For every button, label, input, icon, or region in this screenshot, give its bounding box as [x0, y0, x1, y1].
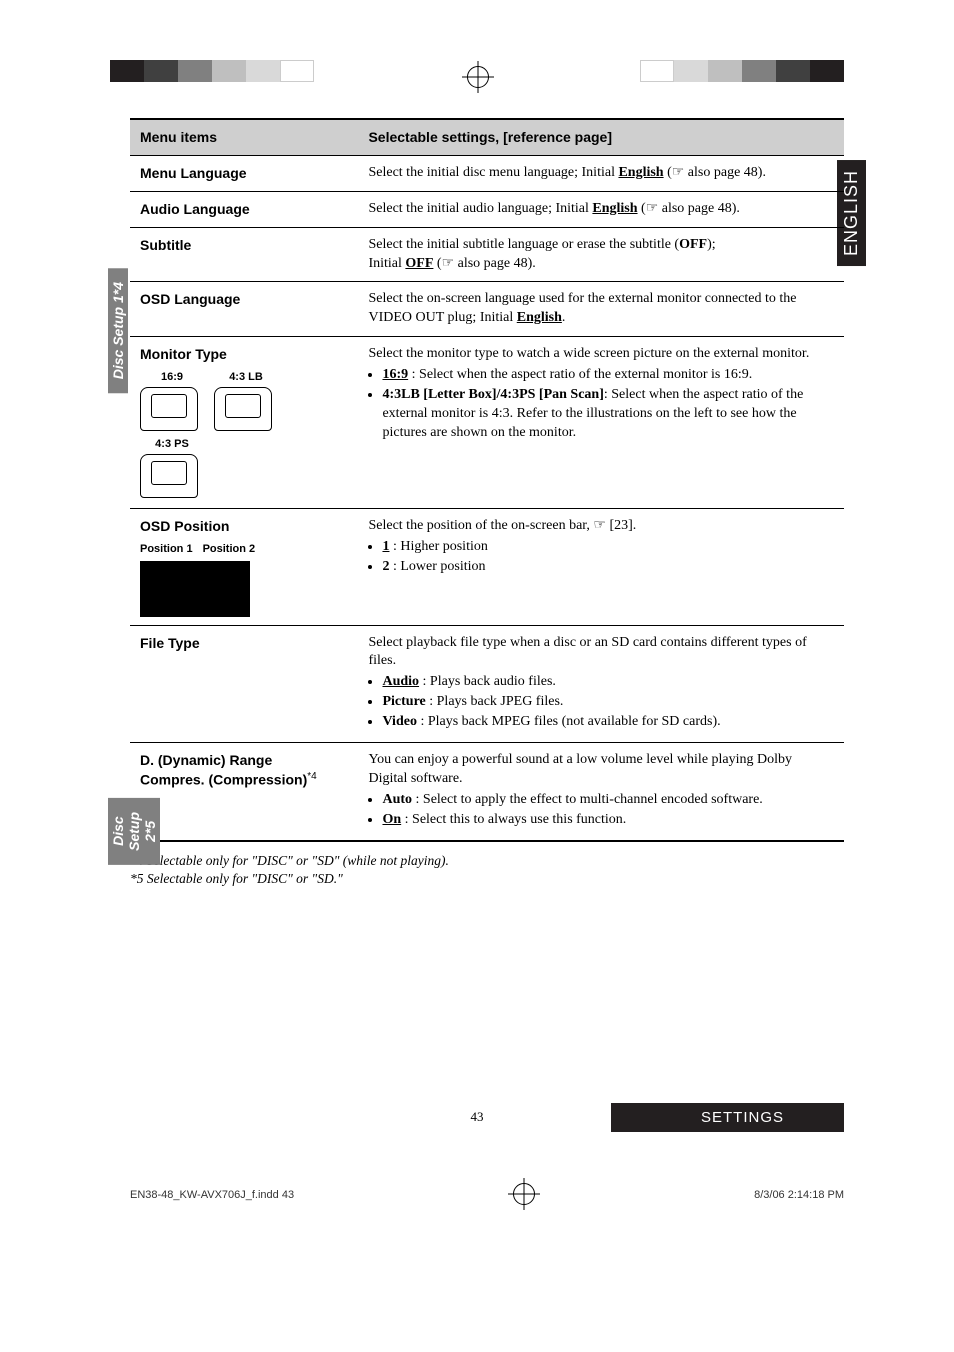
d-range-title-l1: D. (Dynamic) Range [140, 751, 348, 770]
d-range-title-cell: D. (Dynamic) Range Compres. (Compression… [130, 743, 358, 841]
tv-icon [140, 387, 198, 431]
text: : Plays back audio files. [419, 674, 556, 689]
row-monitor-type: Monitor Type 16:9 4:3 LB [130, 337, 844, 509]
row-d-range: D. (Dynamic) Range Compres. (Compression… [130, 743, 844, 841]
row-subtitle: Subtitle Select the initial subtitle lan… [130, 227, 844, 282]
text: English [592, 201, 637, 216]
text: Picture [382, 694, 425, 709]
text: Select the initial audio language; Initi… [368, 201, 592, 216]
monitor-type-diagram: 16:9 4:3 LB 4:3 PS [140, 370, 348, 500]
row-osd-language: OSD Language Select the on-screen langua… [130, 282, 844, 337]
tv-icon [140, 454, 198, 498]
text: Select the monitor type to watch a wide … [368, 346, 809, 361]
text: Compres. (Compression) [140, 772, 307, 788]
print-metadata: EN38-48_KW-AVX706J_f.indd 43 8/3/06 2:14… [130, 1189, 844, 1211]
footnotes: *4 Selectable only for "DISC" or "SD" (w… [130, 852, 844, 890]
text: Auto [382, 792, 412, 807]
label-4-3-lb: 4:3 LB [214, 370, 278, 385]
text: 4:3LB [Letter Box]/4:3PS [Pan Scan] [382, 387, 603, 402]
text: English [618, 165, 663, 180]
table-header-row: Menu items Selectable settings, [referen… [130, 119, 844, 155]
label-4-3-ps: 4:3 PS [140, 437, 204, 452]
label-16-9: 16:9 [140, 370, 204, 385]
text: . [562, 310, 566, 325]
text: OFF [405, 256, 433, 271]
group-label-disc-setup-1: Disc Setup 1*4 [108, 268, 128, 393]
d-range-desc: You can enjoy a powerful sound at a low … [358, 743, 844, 841]
text: On [382, 812, 401, 827]
monitor-type-title: Monitor Type [140, 345, 348, 364]
osd-language-title: OSD Language [130, 282, 358, 337]
text: Initial [368, 256, 405, 271]
footnote-5: *5 Selectable only for "DISC" or "SD." [130, 870, 844, 889]
text: : Plays back JPEG files. [426, 694, 564, 709]
osd-position-title-cell: OSD Position Position 1 Position 2 [130, 508, 358, 625]
text: : Select this to always use this functio… [401, 812, 626, 827]
row-file-type: File Type Select playback file type when… [130, 625, 844, 742]
osd-position-title: OSD Position [140, 517, 348, 536]
text: Select the initial disc menu language; I… [368, 165, 618, 180]
text: : Lower position [389, 559, 485, 574]
color-blocks-right [640, 60, 844, 82]
row-osd-position: OSD Position Position 1 Position 2 Selec… [130, 508, 844, 625]
osd-preview-icon [140, 561, 250, 617]
row-menu-language: Menu Language Select the initial disc me… [130, 155, 844, 191]
row-audio-language: Audio Language Select the initial audio … [130, 191, 844, 227]
print-timestamp: 8/3/06 2:14:18 PM [754, 1189, 844, 1211]
subtitle-title: Subtitle [130, 227, 358, 282]
text: Audio [382, 674, 419, 689]
d-range-title-l2: Compres. (Compression)*4 [140, 770, 348, 790]
text: OFF [679, 237, 707, 252]
monitor-type-desc: Select the monitor type to watch a wide … [358, 337, 844, 509]
monitor-type-title-cell: Monitor Type 16:9 4:3 LB [130, 337, 358, 509]
text: 16:9 [382, 367, 408, 382]
settings-table: Menu items Selectable settings, [referen… [130, 118, 844, 842]
menu-language-desc: Select the initial disc menu language; I… [358, 155, 844, 191]
print-file-name: EN38-48_KW-AVX706J_f.indd 43 [130, 1189, 294, 1211]
page: ENGLISH Disc Setup 1*4 Disc Setup 2*5 Me… [0, 0, 954, 1211]
color-blocks-left [110, 60, 314, 82]
page-footer: 43 SETTINGS [0, 1109, 954, 1159]
text: Select the initial subtitle language or … [368, 237, 679, 252]
audio-language-title: Audio Language [130, 191, 358, 227]
registration-mark-icon [467, 66, 489, 88]
file-type-desc: Select playback file type when a disc or… [358, 625, 844, 742]
text: English [517, 310, 562, 325]
header-selectable-settings: Selectable settings, [reference page] [358, 119, 844, 155]
section-label-settings: SETTINGS [611, 1103, 844, 1132]
osd-position-desc: Select the position of the on-screen bar… [358, 508, 844, 625]
text: ); [707, 237, 716, 252]
text: *4 [307, 771, 316, 782]
text: (☞ also page 48). [664, 165, 766, 180]
text: : Plays back MPEG files (not available f… [417, 714, 721, 729]
osd-position-diagram: Position 1 Position 2 [140, 542, 348, 617]
file-type-title: File Type [130, 625, 358, 742]
text: (☞ also page 48). [638, 201, 740, 216]
text: Select the on-screen language used for t… [368, 291, 796, 325]
menu-language-title: Menu Language [130, 155, 358, 191]
header-menu-items: Menu items [130, 119, 358, 155]
text: : Higher position [389, 539, 487, 554]
audio-language-desc: Select the initial audio language; Initi… [358, 191, 844, 227]
group-label-disc-setup-2: Disc Setup 2*5 [108, 798, 160, 865]
text: Select playback file type when a disc or… [368, 635, 806, 669]
text: Select the position of the on-screen bar… [368, 518, 636, 533]
text: (☞ also page 48). [433, 256, 535, 271]
text: You can enjoy a powerful sound at a low … [368, 752, 792, 786]
text: Video [382, 714, 416, 729]
label-position-2: Position 2 [203, 542, 256, 557]
registration-mark-icon [513, 1183, 535, 1205]
content-area: Disc Setup 1*4 Disc Setup 2*5 Menu items… [130, 118, 844, 842]
footnote-4: *4 Selectable only for "DISC" or "SD" (w… [130, 852, 844, 871]
label-position-1: Position 1 [140, 542, 193, 557]
osd-language-desc: Select the on-screen language used for t… [358, 282, 844, 337]
text: : Select when the aspect ratio of the ex… [408, 367, 752, 382]
subtitle-desc: Select the initial subtitle language or … [358, 227, 844, 282]
tv-icon [214, 387, 272, 431]
text: : Select to apply the effect to multi-ch… [412, 792, 763, 807]
